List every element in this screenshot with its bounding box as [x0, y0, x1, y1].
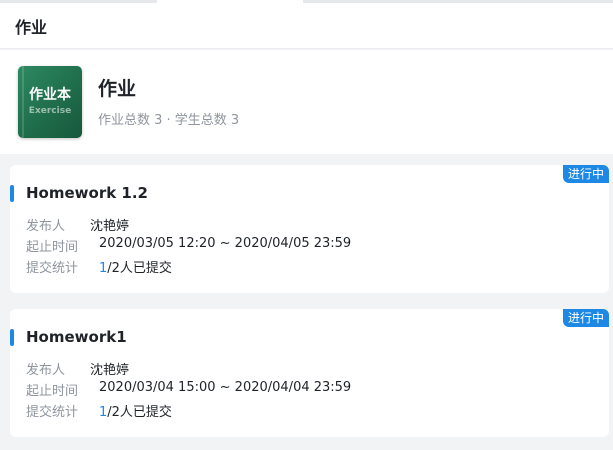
submission-row: 提交统计 1/2人已提交 [26, 257, 172, 276]
submission-row: 提交统计 1/2人已提交 [26, 401, 172, 420]
publisher-row: 发布人 沈艳婷 [26, 359, 129, 378]
period-row: 起止时间 2020/03/05 12:20 ~ 2020/04/05 23:59 [26, 236, 351, 255]
submitted-suffix: /2人已提交 [107, 261, 172, 276]
publisher-label: 发布人 [26, 363, 66, 378]
submission-label: 提交统计 [26, 261, 79, 276]
exercise-book-icon: 作业本 Exercise [18, 66, 82, 138]
publisher-value: 沈艳婷 [90, 219, 130, 234]
submission-value: 1/2人已提交 [99, 401, 172, 420]
page-title: 作业 [15, 18, 48, 37]
submission-value: 1/2人已提交 [99, 257, 172, 276]
period-label: 起止时间 [26, 384, 79, 399]
status-badge: 进行中 [562, 165, 609, 183]
homework-card[interactable]: Homework1 进行中 发布人 沈艳婷 起止时间 2020/03/04 15… [10, 309, 609, 437]
header-bar: 作业 [0, 3, 613, 49]
homework-title: Homework1 [26, 328, 127, 346]
course-summary: 作业本 Exercise 作业 作业总数 3 · 学生总数 3 [0, 50, 613, 154]
homework-card[interactable]: Homework 1.2 进行中 发布人 沈艳婷 起止时间 2020/03/05… [10, 165, 609, 293]
period-value: 2020/03/05 12:20 ~ 2020/04/05 23:59 [99, 236, 352, 251]
cover-subtitle: Exercise [28, 106, 72, 116]
summary-name: 作业 [98, 78, 137, 100]
submission-label: 提交统计 [26, 405, 79, 420]
period-row: 起止时间 2020/03/04 15:00 ~ 2020/04/04 23:59 [26, 380, 351, 399]
card-accent-bar [10, 329, 14, 346]
publisher-label: 发布人 [26, 219, 66, 234]
period-label: 起止时间 [26, 240, 79, 255]
publisher-row: 发布人 沈艳婷 [26, 215, 129, 234]
status-badge: 进行中 [562, 309, 609, 327]
period-value: 2020/03/04 15:00 ~ 2020/04/04 23:59 [99, 380, 352, 395]
summary-stats: 作业总数 3 · 学生总数 3 [98, 113, 240, 128]
publisher-value: 沈艳婷 [90, 363, 130, 378]
card-accent-bar [10, 185, 14, 202]
homework-title: Homework 1.2 [26, 184, 148, 202]
cover-title: 作业本 [29, 87, 71, 103]
submitted-suffix: /2人已提交 [107, 405, 172, 420]
